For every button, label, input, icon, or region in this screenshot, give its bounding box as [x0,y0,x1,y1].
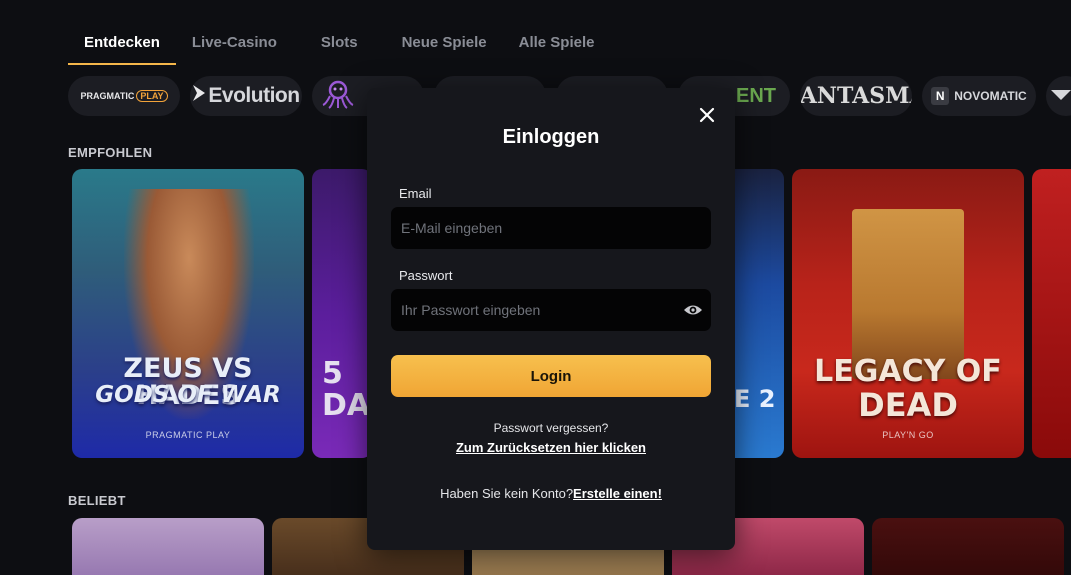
game-card-legacy-of-dead[interactable]: LEGACY OF DEAD PLAY'N GO [792,169,1024,458]
email-label: Email [399,186,432,201]
provider-evolution[interactable]: Evolution [190,76,302,116]
game-card-partial[interactable] [1032,169,1071,458]
provider-novomatic-label: NOVOMATIC [954,89,1027,103]
tab-slots[interactable]: Slots [305,30,374,65]
game-card-lion[interactable] [872,518,1064,575]
create-account-link[interactable]: Erstelle einen! [573,486,662,501]
chevron-down-icon [1050,88,1071,105]
provider-fantasma-label: FANTASMA [800,83,912,109]
game-card-egg[interactable] [72,518,264,575]
reset-password-link[interactable]: Zum Zurücksetzen hier klicken [367,440,735,455]
category-tabs: Entdecken Live-Casino Slots Neue Spiele … [68,30,611,65]
game-card-zeus-vs-hades[interactable]: ZEUS VS HADES GODS OF WAR PRAGMATIC PLAY [72,169,304,458]
game-title-line1: E 2 [734,385,776,413]
login-modal: Einloggen Email Passwort Login Passwort … [367,88,735,550]
login-button[interactable]: Login [391,355,711,397]
game-title-line1: LEGACY OF [814,354,1002,389]
provider-pragmatic-sub-label: PLAY [136,90,168,102]
provider-more-button[interactable] [1046,76,1071,116]
game-title-line2: GODS OF WAR [95,382,281,408]
evolution-chevron-icon [192,84,206,108]
game-title-line1: 5 [322,356,343,391]
octopus-logo-icon [320,78,356,115]
game-title-line2: DA [322,388,371,423]
game-card-blue[interactable]: E 2 [734,169,784,458]
provider-evolution-label: Evolution [208,84,300,107]
tab-entdecken[interactable]: Entdecken [68,30,176,65]
provider-pragmatic-play[interactable]: PRAGMATIC PLAY [68,76,180,116]
section-title-recommended: EMPFOHLEN [68,145,153,160]
provider-ent-label: ENT [736,84,776,107]
password-field-wrapper [391,289,711,331]
section-title-popular: BELIEBT [68,493,126,508]
email-field-wrapper [391,207,711,249]
no-account-text: Haben Sie kein Konto? [440,486,574,501]
password-field[interactable] [391,289,711,331]
provider-novomatic[interactable]: N NOVOMATIC [922,76,1036,116]
no-account-row: Haben Sie kein Konto?Erstelle einen! [367,486,735,501]
password-label: Passwort [399,268,453,283]
game-title-line2: DEAD [858,386,958,424]
eye-icon[interactable] [683,301,703,319]
forgot-password-text: Passwort vergessen? [493,421,609,435]
game-provider: PLAY'N GO [882,430,934,440]
tab-neue-spiele[interactable]: Neue Spiele [386,30,503,65]
tab-live-casino[interactable]: Live-Casino [176,30,293,65]
email-field[interactable] [391,207,711,249]
tab-alle-spiele[interactable]: Alle Spiele [503,30,611,65]
modal-title: Einloggen [502,126,600,148]
provider-fantasma[interactable]: FANTASMA [800,76,912,116]
provider-pragmatic-label: PRAGMATIC [80,91,135,101]
game-provider: PRAGMATIC PLAY [145,430,231,440]
novomatic-logo-icon: N [931,87,950,105]
close-icon[interactable] [697,105,717,125]
game-card-purple[interactable]: 5 DA [312,169,372,458]
